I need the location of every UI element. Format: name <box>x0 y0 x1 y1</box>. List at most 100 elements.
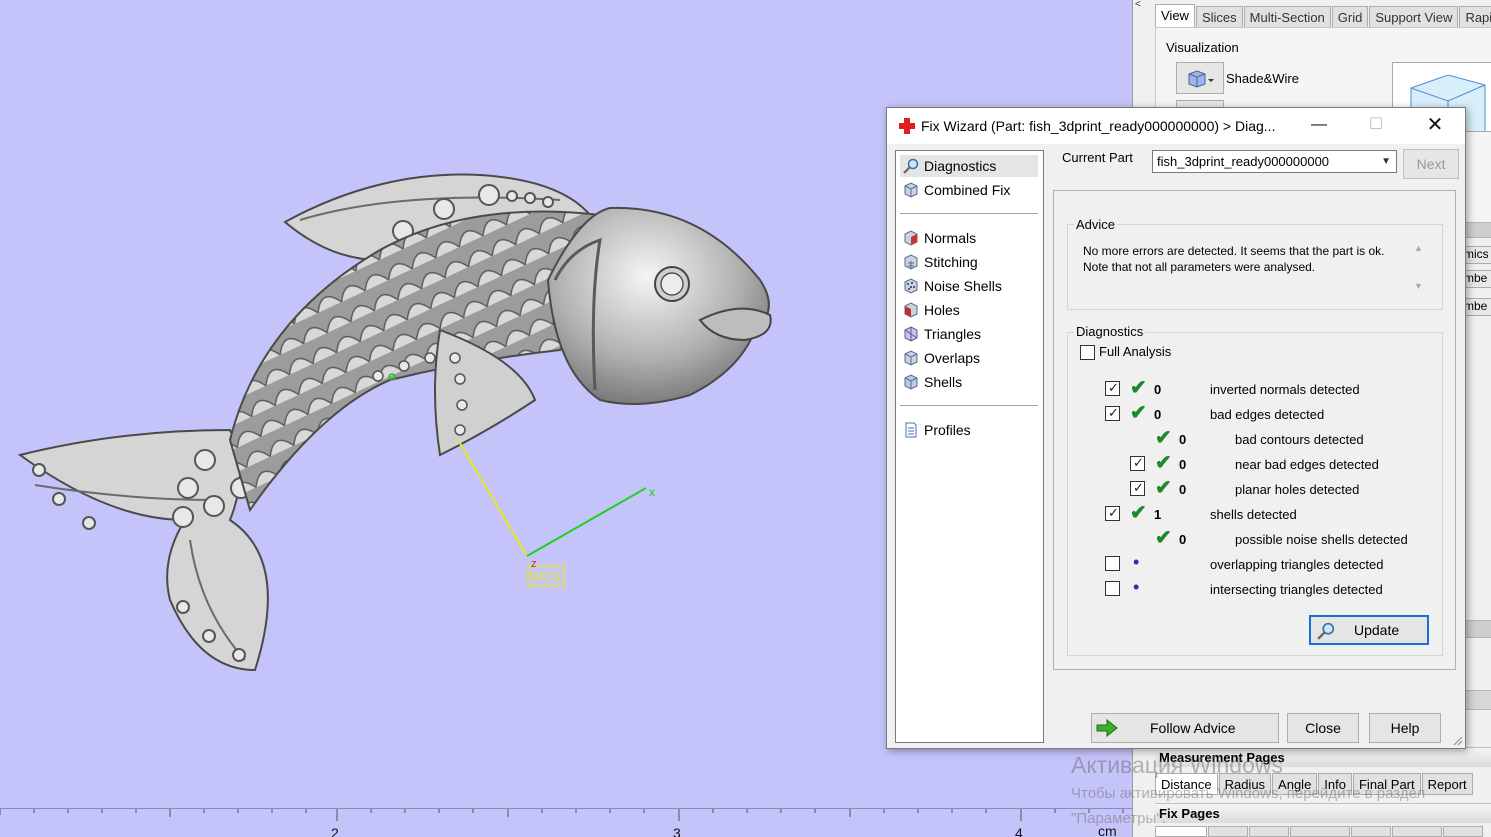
nav-item-label: Normals <box>924 230 977 246</box>
diagnostic-row: ✓ ✔ 0 planar holes detected <box>887 478 1447 499</box>
fix-pages-tabs <box>1155 826 1491 837</box>
fix-tab[interactable] <box>1249 826 1289 837</box>
x-axis-line <box>526 487 647 557</box>
fix-tab[interactable] <box>1392 826 1442 837</box>
fix-tab[interactable] <box>1351 826 1391 837</box>
help-button[interactable]: Help <box>1369 713 1441 743</box>
ok-check-icon: ✔ <box>1130 502 1147 524</box>
tab-report[interactable]: Report <box>1421 773 1473 795</box>
checkmark-icon: ✓ <box>1133 480 1144 495</box>
checkmark-icon: ✓ <box>1108 405 1119 420</box>
nav-item-normals[interactable]: Normals <box>900 227 1038 249</box>
ok-check-icon: ✔ <box>1130 402 1147 424</box>
tab-radius[interactable]: Radius <box>1218 773 1272 795</box>
close-window-button[interactable]: ✕ <box>1412 112 1458 140</box>
current-part-label: Current Part <box>1062 150 1133 165</box>
scroll-up-icon[interactable]: ▲ <box>1414 243 1423 253</box>
ok-check-icon: ✔ <box>1155 427 1172 449</box>
fix-pages-title[interactable]: Fix Pages <box>1155 803 1491 823</box>
update-button[interactable]: Update <box>1309 615 1429 645</box>
tab-view[interactable]: View <box>1155 4 1195 28</box>
nav-item-diagnostics[interactable]: Diagnostics <box>900 155 1038 177</box>
diagnostic-row: ✓ ✔ 1 shells detected <box>887 502 1447 524</box>
diagnostic-count: 0 <box>1179 532 1187 547</box>
diagnostic-row: ✔ 0 possible noise shells detected <box>887 528 1447 549</box>
wcs-label: WCS <box>530 569 561 584</box>
nav-item-label: Stitching <box>924 254 978 270</box>
nav-item-overlaps[interactable]: Overlaps <box>900 347 1038 369</box>
full-analysis-checkbox[interactable] <box>1080 345 1095 360</box>
fix-tab[interactable] <box>1290 826 1350 837</box>
diagnostic-checkbox[interactable] <box>1105 581 1120 596</box>
ruler-ticks <box>0 809 1124 821</box>
minimize-button[interactable]: — <box>1296 112 1342 140</box>
overlaps-icon <box>904 350 918 366</box>
next-button[interactable]: Next <box>1403 149 1459 179</box>
ruler-tick-label: 4 <box>1015 825 1023 837</box>
diagnostic-checkbox[interactable] <box>1105 556 1120 571</box>
diagnostic-checkbox[interactable]: ✓ <box>1105 380 1120 396</box>
nav-item-holes[interactable]: Holes <box>900 299 1038 321</box>
checkmark-icon: ✓ <box>1133 455 1144 470</box>
visualization-group-label: Visualization <box>1166 40 1239 55</box>
nav-divider <box>900 213 1038 214</box>
stitching-icon <box>904 254 918 270</box>
shade-mode-button[interactable] <box>1176 62 1224 94</box>
dialog-title: Fix Wizard (Part: fish_3dprint_ready0000… <box>921 118 1276 134</box>
normals-icon <box>904 230 918 246</box>
tab-grid[interactable]: Grid <box>1331 6 1369 28</box>
panel-strip <box>1463 620 1491 638</box>
current-part-select[interactable]: fish_3dprint_ready000000000 ▼ <box>1152 150 1397 173</box>
measurement-tabs: Distance Radius Angle Info Final Part Re… <box>1155 773 1474 795</box>
pending-dot-icon: • <box>1133 552 1140 572</box>
diagnostic-row: ✓ ✔ 0 near bad edges detected <box>887 452 1447 474</box>
fix-wizard-dialog: Fix Wizard (Part: fish_3dprint_ready0000… <box>886 107 1466 749</box>
nav-item-combined-fix[interactable]: Combined Fix <box>900 179 1038 201</box>
panel-collapse-icon[interactable]: < <box>1135 0 1147 10</box>
follow-advice-button[interactable]: Follow Advice <box>1091 713 1279 743</box>
fix-tab[interactable] <box>1208 826 1248 837</box>
tab-angle[interactable]: Angle <box>1272 773 1318 795</box>
diagnostic-label: bad edges detected <box>1210 407 1325 422</box>
nav-item-noise-shells[interactable]: Noise Shells <box>900 275 1038 297</box>
tab-rapidfit[interactable]: Rapidf <box>1459 6 1491 28</box>
measurement-pages-title[interactable]: Measurement Pages <box>1155 747 1491 767</box>
clipped-label: mics <box>1464 247 1489 261</box>
triangles-icon <box>904 326 918 342</box>
diagnostic-label: intersecting triangles detected <box>1210 582 1383 597</box>
diagnostic-checkbox[interactable]: ✓ <box>1105 505 1120 521</box>
maximize-button[interactable]: ☐ <box>1353 112 1399 140</box>
tab-distance[interactable]: Distance <box>1155 773 1218 795</box>
diagnostic-count: 0 <box>1154 407 1162 422</box>
advice-scrollbar[interactable]: ▲ ▼ <box>1410 243 1428 299</box>
diagnostic-row: • overlapping triangles detected <box>887 552 1447 574</box>
tab-support-view[interactable]: Support View <box>1369 6 1459 28</box>
advice-group-title: Advice <box>1074 217 1118 232</box>
diagnostic-checkbox[interactable]: ✓ <box>1130 480 1145 496</box>
tab-final-part[interactable]: Final Part <box>1352 773 1421 795</box>
resize-grip-icon[interactable] <box>1451 734 1463 746</box>
diagnostic-checkbox[interactable]: ✓ <box>1130 455 1145 471</box>
ok-check-icon: ✔ <box>1155 452 1172 474</box>
scroll-down-icon[interactable]: ▼ <box>1414 281 1423 291</box>
tab-multi-section[interactable]: Multi-Section <box>1243 6 1331 28</box>
green-arrow-icon <box>1096 719 1118 737</box>
fix-tab[interactable] <box>1443 826 1483 837</box>
fix-tab[interactable] <box>1155 826 1207 837</box>
diagnostic-label: bad contours detected <box>1235 432 1364 447</box>
dialog-titlebar[interactable]: Fix Wizard (Part: fish_3dprint_ready0000… <box>887 108 1465 144</box>
diagnostic-count: 0 <box>1179 432 1187 447</box>
nav-item-stitching[interactable]: Stitching <box>900 251 1038 273</box>
checkmark-icon: ✓ <box>1108 380 1119 395</box>
clipped-label: mbe <box>1464 299 1488 313</box>
nav-item-label: Diagnostics <box>924 158 997 174</box>
checkmark-icon: ✓ <box>1108 505 1119 520</box>
diagnostic-row: ✓ ✔ 0 inverted normals detected <box>887 378 1447 399</box>
tab-slices[interactable]: Slices <box>1195 6 1243 28</box>
current-part-value: fish_3dprint_ready000000000 <box>1157 154 1330 169</box>
nav-item-triangles[interactable]: Triangles <box>900 323 1038 345</box>
panel-strip <box>1463 222 1491 238</box>
tab-info[interactable]: Info <box>1318 773 1352 795</box>
diagnostic-checkbox[interactable]: ✓ <box>1105 405 1120 421</box>
close-button[interactable]: Close <box>1287 713 1359 743</box>
